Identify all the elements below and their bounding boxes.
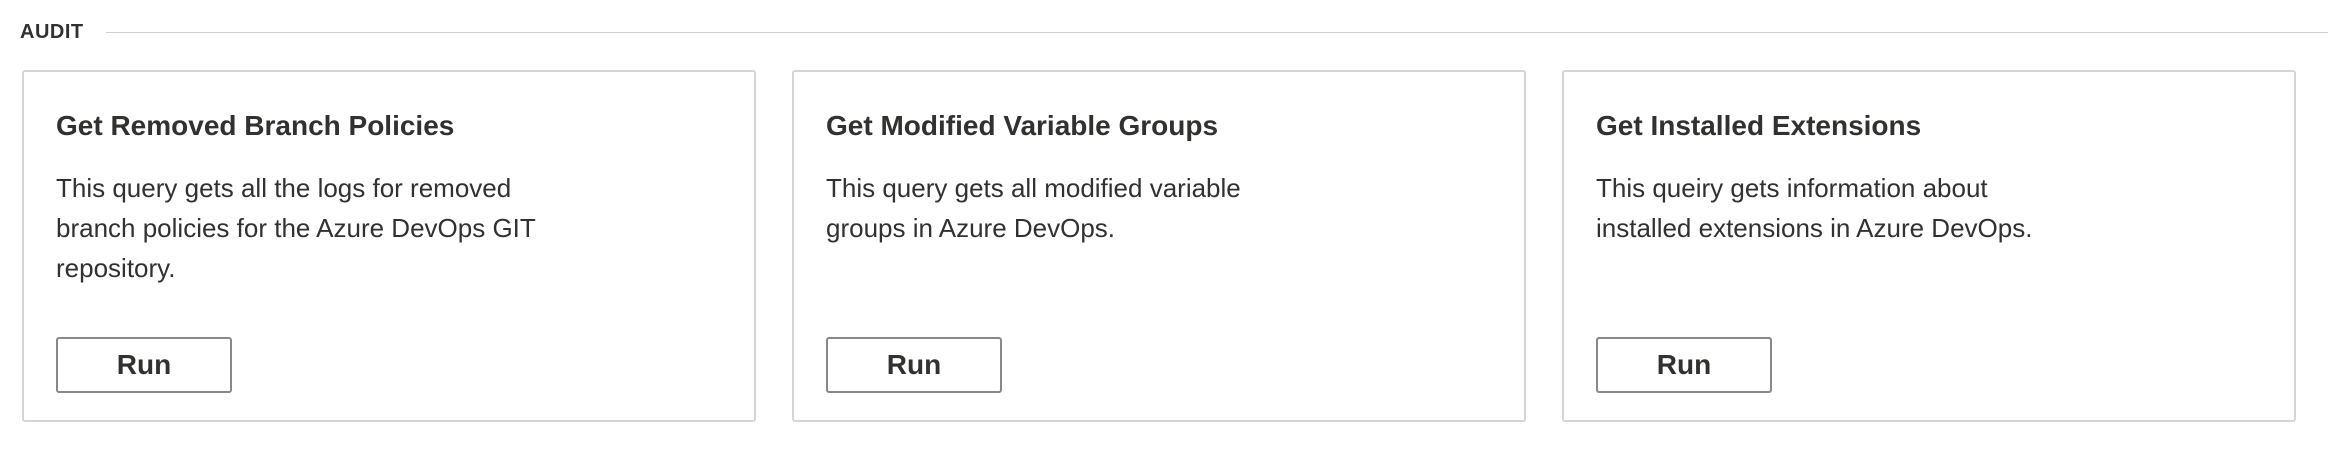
section-title: AUDIT xyxy=(20,20,84,43)
card-title: Get Installed Extensions xyxy=(1596,110,1922,141)
card-description: This query gets all modified variable gr… xyxy=(826,173,1241,243)
query-cards: Get Removed Branch Policies This query g… xyxy=(22,70,2296,422)
card-title: Get Removed Branch Policies xyxy=(56,110,455,141)
run-button[interactable]: Run xyxy=(826,337,1002,393)
query-card-removed-branch-policies: Get Removed Branch Policies This query g… xyxy=(22,70,756,422)
card-title: Get Modified Variable Groups xyxy=(826,110,1219,141)
section-divider xyxy=(105,31,2328,33)
audit-section-header: AUDIT xyxy=(20,16,2328,48)
card-description: This queiry gets information about insta… xyxy=(1596,173,2033,243)
run-button[interactable]: Run xyxy=(1596,337,1772,393)
query-card-installed-extensions: Get Installed Extensions This queiry get… xyxy=(1562,70,2296,422)
run-button[interactable]: Run xyxy=(56,337,232,393)
query-card-modified-variable-groups: Get Modified Variable Groups This query … xyxy=(792,70,1526,422)
card-description: This query gets all the logs for removed… xyxy=(56,173,536,283)
